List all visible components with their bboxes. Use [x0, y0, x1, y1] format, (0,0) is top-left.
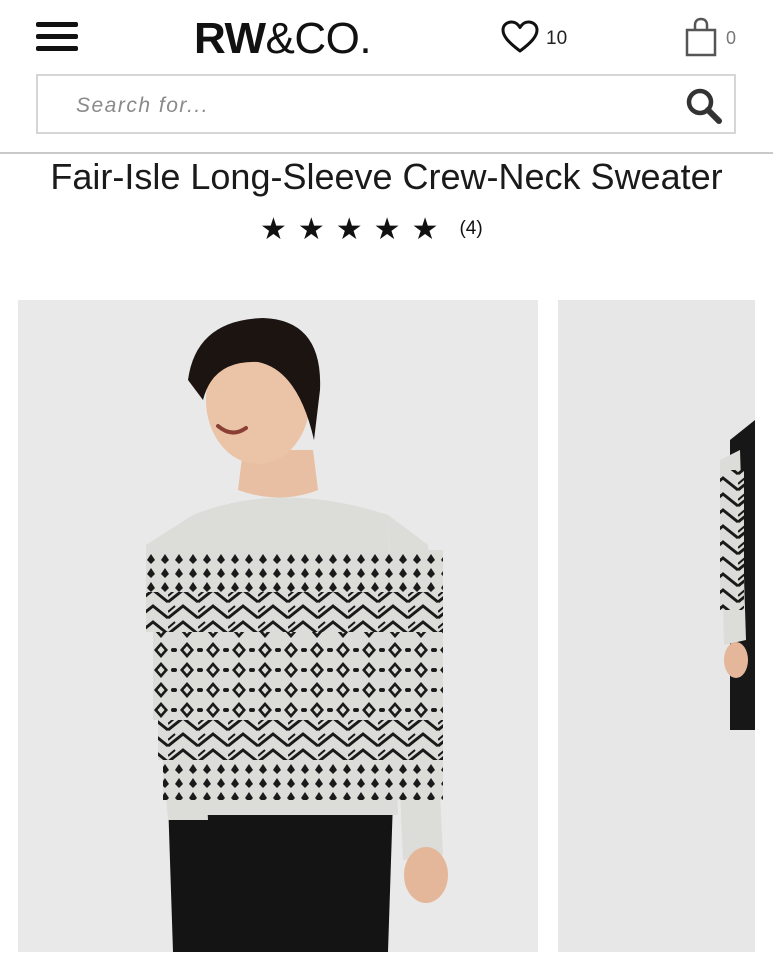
header-divider — [0, 152, 773, 154]
brand-logo[interactable]: RW&CO. — [194, 14, 372, 64]
search-icon — [686, 88, 722, 124]
rating-stars: ★★★★★ — [260, 212, 450, 246]
product-title: Fair-Isle Long-Sleeve Crew-Neck Sweater — [50, 156, 723, 197]
product-rating[interactable]: ★★★★★ (4) — [260, 212, 483, 246]
menu-icon-line — [36, 34, 78, 39]
wishlist-button[interactable]: 10 — [500, 18, 580, 58]
product-image-front[interactable] — [18, 300, 538, 952]
menu-button[interactable] — [36, 20, 80, 54]
menu-icon-line — [36, 46, 78, 51]
search-button[interactable] — [684, 86, 724, 131]
product-photo-front — [18, 300, 538, 952]
wishlist-count: 10 — [546, 28, 568, 49]
brand-logo-rest: &CO. — [265, 14, 372, 63]
search-input[interactable] — [74, 90, 658, 122]
shopping-bag-button[interactable]: 0 — [684, 16, 744, 60]
product-image-carousel[interactable] — [0, 300, 773, 952]
product-photo-side — [558, 300, 755, 952]
search-bar — [36, 74, 736, 134]
brand-logo-bold: RW — [194, 14, 266, 63]
top-navigation-bar: RW&CO. 10 0 — [0, 0, 773, 70]
review-count: (4) — [459, 218, 483, 239]
bag-count: 0 — [726, 28, 737, 48]
heart-icon — [501, 20, 539, 53]
product-image-side[interactable] — [558, 300, 755, 952]
shopping-bag-icon — [685, 17, 717, 57]
menu-icon — [36, 22, 78, 27]
